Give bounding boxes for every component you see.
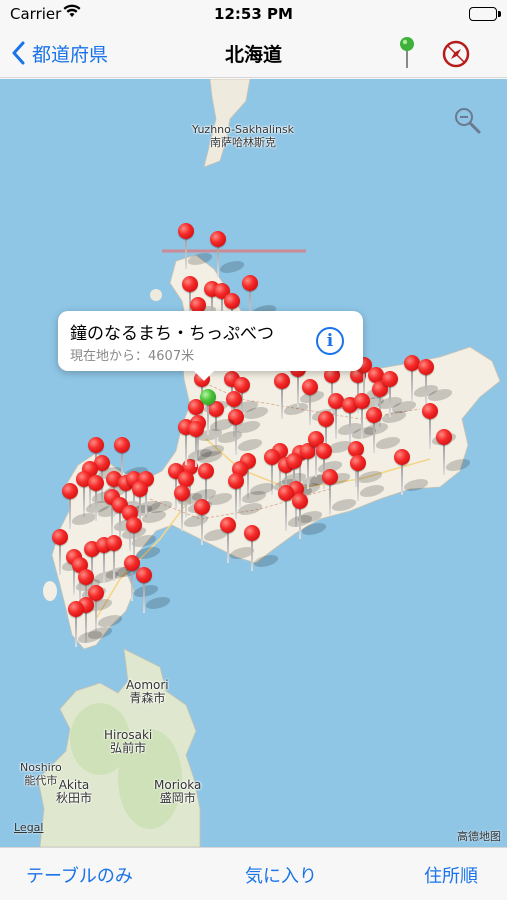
map-pin[interactable] — [393, 449, 433, 509]
map-pin[interactable] — [321, 469, 361, 529]
map-pin[interactable] — [135, 567, 175, 627]
map-pin[interactable] — [105, 535, 145, 595]
table-only-button[interactable]: テーブルのみ — [26, 862, 133, 888]
battery-icon — [469, 7, 501, 21]
pin-icon[interactable] — [396, 36, 418, 70]
status-bar: Carrier 12:53 PM — [0, 0, 507, 28]
page-title: 北海道 — [224, 44, 282, 66]
map-pin[interactable] — [219, 517, 259, 577]
navigation-bar: 都道府県 北海道 — [0, 28, 507, 78]
map-pin[interactable] — [291, 493, 331, 553]
map-pin[interactable] — [67, 601, 107, 661]
map-label-sakhalin: Yuzhno-Sakhalinsk 南萨哈林斯克 — [192, 123, 294, 149]
address-order-button[interactable]: 住所順 — [424, 862, 478, 888]
map-pin[interactable] — [243, 525, 283, 585]
map-pin[interactable] — [381, 371, 421, 431]
zoom-out-icon[interactable] — [452, 105, 482, 135]
map-label-hirosaki-ja: 弘前市 — [110, 741, 147, 755]
callout-subtitle: 現在地から：4607米 — [70, 349, 195, 364]
map-pin[interactable] — [435, 429, 475, 489]
map-label-akita: Akita 秋田市 — [56, 779, 92, 805]
map-label-akita-ja: 秋田市 — [56, 791, 93, 805]
legal-link[interactable]: Legal — [14, 821, 43, 834]
map-pin[interactable] — [177, 223, 217, 283]
map-pin[interactable] — [173, 485, 213, 545]
bottom-toolbar: テーブルのみ 気に入り 住所順 — [0, 847, 507, 900]
map-view[interactable]: Yuzhno-Sakhalinsk 南萨哈林斯克 Aomori 青森市 Hiro… — [0, 79, 507, 847]
annotation-callout[interactable]: 鐘のなるまち・ちっぷべつ 現在地から：4607米 i — [58, 311, 363, 381]
map-pin[interactable] — [365, 407, 405, 467]
map-label-aomori: Aomori 青森市 — [126, 679, 169, 705]
clock: 12:53 PM — [214, 5, 293, 23]
map-label-hirosaki: Hirosaki 弘前市 — [104, 729, 152, 755]
map-label-noshiro-en: Noshiro — [20, 761, 62, 774]
map-label-morioka-ja: 盛岡市 — [159, 791, 196, 805]
map-label-sakhalin-en: Yuzhno-Sakhalinsk — [192, 123, 295, 136]
map-label-morioka: Morioka 盛岡市 — [154, 779, 201, 805]
current-location-pin[interactable] — [199, 389, 239, 449]
callout-title: 鐘のなるまち・ちっぷべつ — [70, 324, 274, 344]
map-label-aomori-ja: 青森市 — [129, 691, 166, 705]
favorites-button[interactable]: 気に入り — [245, 862, 317, 888]
compass-icon[interactable] — [441, 39, 471, 69]
info-icon[interactable]: i — [316, 327, 344, 355]
map-attribution: 高德地图 — [457, 830, 501, 843]
map-label-sakhalin-zh: 南萨哈林斯克 — [210, 136, 277, 149]
map-pin[interactable] — [193, 499, 233, 559]
